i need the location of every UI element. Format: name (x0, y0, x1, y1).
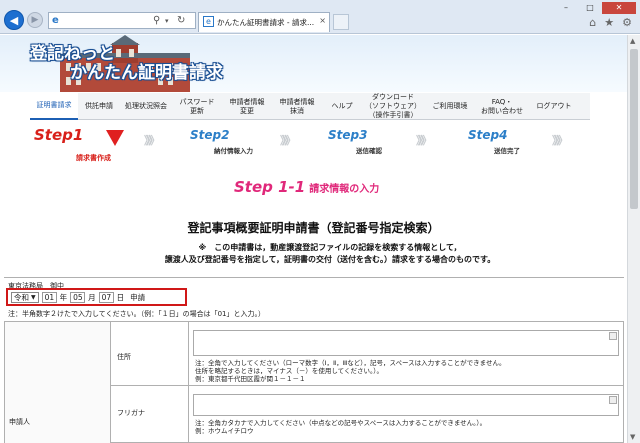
address-label: 住所 (111, 322, 189, 385)
step1-sublabel: 請求書作成 (76, 154, 111, 162)
site-title-line1: 登記ねっと (30, 44, 115, 64)
era-select[interactable]: 令和 ▼ (11, 291, 39, 303)
nav-status-inquiry[interactable]: 処理状況照会 (120, 93, 172, 120)
vertical-scrollbar[interactable]: ▲ ▼ (627, 35, 640, 443)
notice-line1: ※ この申請書は，動産譲渡登記ファイルの記録を検索する情報として， (198, 243, 462, 252)
apply-label: 申請 (130, 292, 146, 302)
favorites-icon[interactable]: ★ (604, 16, 614, 29)
resize-handle-icon[interactable] (609, 396, 617, 404)
furigana-row: フリガナ 注：全角カタカナで入力してください（中点などの記号やスペースは入力する… (111, 386, 623, 443)
notice-text: ※ この申請書は，動産譲渡登記ファイルの記録を検索する情報として， 譲渡人及び登… (60, 242, 600, 266)
resize-handle-icon[interactable] (609, 332, 617, 340)
browser-tools: ⌂ ★ ⚙ (589, 16, 632, 29)
nav-logout[interactable]: ログアウト (528, 93, 580, 120)
day-unit: 日 (116, 292, 125, 302)
chevrons-icon: 》》》 (552, 134, 568, 147)
nav-password-update[interactable]: パスワード 更新 (172, 93, 222, 120)
chevron-down-icon[interactable]: ▾ (165, 17, 169, 25)
step2-label: Step2 (190, 128, 230, 142)
chevrons-icon: 》》》 (144, 134, 160, 147)
scroll-thumb[interactable] (630, 49, 638, 209)
address-textarea[interactable] (193, 330, 619, 356)
nav-certificate-request[interactable]: 証明書請求 (30, 93, 78, 120)
address-note3: 例：東京都千代田区霞が関１－１－１ (195, 375, 306, 383)
current-step-arrow-icon (106, 130, 124, 146)
furigana-label: フリガナ (111, 386, 189, 443)
nav-download[interactable]: ダウンロード （ソフトウェア） （操作手引書） (362, 93, 424, 120)
chevrons-icon: 》》》 (280, 134, 296, 147)
back-arrow-icon: ◀ (9, 13, 19, 27)
step-indicator: Step1 請求書作成 》》》 Step2 納付情報入力 》》》 Step3 送… (30, 122, 590, 172)
forward-arrow-icon: ▶ (31, 15, 39, 25)
site-title: 登記ねっと かんたん証明書請求 (30, 45, 223, 83)
step3-sublabel: 送信確認 (356, 147, 382, 155)
step1-label: Step1 (34, 126, 84, 144)
date-form: 東京法務局 御中 令和 ▼ 01 年 05 月 07 日 申請 注：半角数字２けた… (4, 277, 624, 321)
minimize-icon[interactable]: – (554, 2, 578, 14)
home-icon[interactable]: ⌂ (589, 16, 596, 29)
notice-line2: 譲渡人及び登記番号を指定して，証明書の交付（送付を含む。）請求をする場合のもので… (164, 255, 496, 264)
ie-tab-icon: e (203, 16, 214, 27)
site-title-line2: かんたん証明書請求 (70, 63, 223, 83)
main-nav: 証明書請求 供託申請 処理状況照会 パスワード 更新 申請者情報 変更 申請者情… (30, 93, 590, 120)
refresh-icon[interactable]: ↻ (177, 15, 185, 26)
maximize-icon[interactable]: □ (578, 2, 602, 14)
page-title: 登記事項概要証明申請書（登記番号指定検索） (187, 221, 440, 235)
chevron-down-icon: ▼ (31, 293, 36, 301)
month-unit: 月 (88, 292, 96, 302)
applicant-label: 申請人 (9, 418, 30, 426)
date-note: 注：半角数字２けたで入力してください。（例：「１日」の場合は「01」と入力。） (8, 310, 265, 318)
nav-environment[interactable]: ご利用環境 (424, 93, 476, 120)
step3-label: Step3 (328, 128, 368, 142)
site-banner: 登記ねっと かんたん証明書請求 (0, 35, 627, 92)
applicant-table: 申請人 住所 注：全角で入力してください（ローマ数字（Ⅰ，Ⅱ，Ⅲなど），記号，ス… (4, 321, 624, 443)
section-heading: Step 1-1 請求情報の入力 (234, 178, 379, 196)
furigana-note2: 例：ホウムイチロウ (195, 427, 254, 435)
section-step-label: Step 1-1 (234, 178, 306, 196)
year-unit: 年 (59, 292, 68, 302)
forward-button[interactable]: ▶ (27, 12, 43, 28)
nav-applicant-delete[interactable]: 申請者情報 抹消 (272, 93, 322, 120)
search-icon[interactable]: ⚲ (153, 15, 160, 26)
scroll-down-icon[interactable]: ▼ (630, 433, 635, 441)
new-tab-button[interactable] (333, 14, 349, 30)
application-date-group: 令和 ▼ 01 年 05 月 07 日 申請 (6, 288, 187, 306)
tab-title: かんたん証明書請求 - 請求... (217, 18, 315, 27)
nav-help[interactable]: ヘルプ (322, 93, 362, 120)
back-button[interactable]: ◀ (4, 10, 24, 30)
scroll-up-icon[interactable]: ▲ (630, 37, 635, 45)
nav-deposit-application[interactable]: 供託申請 (78, 93, 120, 120)
ie-icon: e (52, 15, 59, 26)
step4-label: Step4 (468, 128, 508, 142)
era-value: 令和 (14, 292, 29, 302)
browser-tab[interactable]: e かんたん証明書請求 - 請求... × (198, 12, 330, 32)
browser-chrome: ◀ ▶ e ⚲ ▾ ↻ e かんたん証明書請求 - 請求... × – □ ✕ … (0, 0, 640, 34)
applicant-header-cell: 申請人 (5, 322, 111, 443)
address-bar[interactable]: e ⚲ ▾ ↻ (48, 12, 196, 29)
section-step-sublabel: 請求情報の入力 (309, 184, 380, 195)
step4-sublabel: 送信完了 (494, 147, 520, 155)
day-input[interactable]: 07 (98, 291, 114, 303)
address-row: 住所 注：全角で入力してください（ローマ数字（Ⅰ，Ⅱ，Ⅲなど），記号，スペースは… (111, 322, 623, 386)
nav-applicant-change[interactable]: 申請者情報 変更 (222, 93, 272, 120)
year-input[interactable]: 01 (41, 291, 57, 303)
close-window-icon[interactable]: ✕ (602, 2, 636, 14)
step2-sublabel: 納付情報入力 (214, 147, 253, 155)
nav-faq[interactable]: FAQ・ お問い合わせ (476, 93, 528, 120)
gear-icon[interactable]: ⚙ (622, 16, 632, 29)
month-input[interactable]: 05 (70, 291, 86, 303)
furigana-textarea[interactable] (193, 394, 619, 416)
chevrons-icon: 》》》 (416, 134, 432, 147)
window-controls: – □ ✕ (554, 2, 636, 14)
close-tab-icon[interactable]: × (319, 16, 326, 25)
